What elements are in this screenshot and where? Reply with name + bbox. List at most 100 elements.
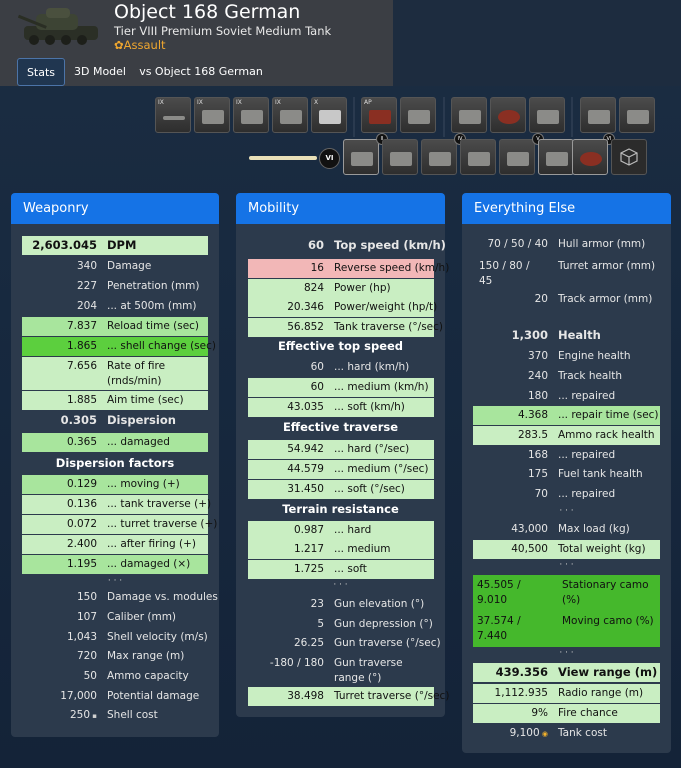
- stat-row: 54.942 ... hard (°/sec): [248, 440, 434, 459]
- stat-label: ... hard: [334, 524, 372, 536]
- field-mod-2[interactable]: [382, 139, 418, 175]
- stat-label: Max range (m): [107, 650, 185, 662]
- module-radio[interactable]: X: [311, 97, 347, 133]
- field-mod-1[interactable]: [343, 139, 379, 175]
- section-title: Terrain resistance: [282, 502, 399, 516]
- stat-label: View range (m): [558, 665, 658, 679]
- stat-value: 9%: [531, 707, 548, 719]
- stat-row: 1.217 ... medium: [248, 540, 434, 559]
- stat-value: 0.365: [66, 436, 97, 448]
- stat-label: ... damaged: [107, 436, 170, 448]
- stat-value: 44.579: [287, 463, 324, 475]
- stat-row: 1,112.935 Radio range (m): [473, 684, 660, 703]
- tab-3d-model[interactable]: 3D Model: [69, 58, 131, 86]
- stat-row: 720 Max range (m): [22, 647, 208, 666]
- stat-label: Damage: [107, 260, 152, 272]
- stat-value: 5: [317, 618, 324, 630]
- stat-row: 60 Top speed (km/h): [248, 236, 446, 255]
- stat-value: 0.072: [66, 518, 97, 530]
- stat-value: 7.656: [66, 360, 97, 372]
- tank-role: ✿Assault: [114, 38, 166, 52]
- stat-row: 0.987 ... hard: [248, 521, 434, 540]
- stat-value: 0.136: [66, 498, 97, 510]
- stat-value: 2,603.045: [32, 238, 97, 252]
- cube-icon[interactable]: [611, 139, 647, 175]
- weaponry-header: Weaponry: [11, 193, 219, 224]
- stat-value: 1.217: [293, 543, 324, 555]
- field-mod-4[interactable]: [460, 139, 496, 175]
- crew-skill-slider[interactable]: [249, 156, 317, 160]
- stat-value: 1.885: [66, 394, 97, 406]
- stat-row: 20 Track armor (mm): [473, 290, 660, 309]
- stat-value: 1,112.935: [494, 687, 548, 699]
- consumable-repair[interactable]: [580, 97, 616, 133]
- ammo-ap-shell[interactable]: AP: [361, 97, 397, 133]
- stat-value: 70: [534, 488, 548, 500]
- stat-label: Penetration (mm): [107, 280, 200, 292]
- stat-label: ... repaired: [558, 390, 616, 402]
- stat-row: 150 / 80 /45 Turret armor (mm): [473, 257, 660, 291]
- stat-row: 9,100 ◉ Tank cost: [473, 724, 660, 743]
- stat-row: 5 Gun depression (°): [248, 615, 434, 634]
- stat-value: 4.368: [517, 409, 548, 421]
- module-gun[interactable]: IX: [155, 97, 191, 133]
- stat-label: ... medium (°/sec): [334, 463, 429, 475]
- stat-label: Tank traverse (°/sec): [334, 321, 443, 333]
- stat-value: 175: [527, 468, 548, 480]
- equipment-rammer[interactable]: [451, 97, 487, 133]
- stat-row: 227 Penetration (mm): [22, 277, 208, 296]
- crew-skill-knob[interactable]: VI: [319, 148, 340, 169]
- weaponry-panel: Weaponry 2,603.045 DPM 340 Damage 227 Penetra…: [11, 193, 219, 737]
- stat-label: Reload time (sec): [107, 320, 200, 332]
- more-dots: · · ·: [559, 560, 574, 570]
- stat-label: ... medium: [334, 543, 391, 555]
- tank-header: Object 168 German Tier VIII Premium Sovi…: [0, 0, 393, 86]
- stat-label: ... damaged (×): [107, 558, 191, 570]
- stat-label: Fuel tank health: [558, 468, 643, 480]
- module-turret[interactable]: IX: [194, 97, 230, 133]
- tab-vs-compare[interactable]: vs Object 168 German: [138, 58, 264, 86]
- stat-value: 250 ▪: [69, 709, 97, 721]
- stat-row: -180 / 180 Gun traverse range (°): [248, 654, 434, 687]
- module-suspension[interactable]: IX: [272, 97, 308, 133]
- stat-value: 40,500: [511, 543, 548, 555]
- stat-value: 38.498: [287, 690, 324, 702]
- eye-icon[interactable]: [572, 139, 608, 175]
- stat-value: 439.356: [495, 665, 548, 679]
- field-mod-3[interactable]: [421, 139, 457, 175]
- stat-row: 0.129 ... moving (+): [22, 475, 208, 494]
- equipment-vstab[interactable]: [529, 97, 565, 133]
- ammo-slot[interactable]: [400, 97, 436, 133]
- stat-value: 43,000: [511, 523, 548, 535]
- stat-row: 150 Damage vs. modules: [22, 588, 218, 607]
- stat-row: 60 ... medium (km/h): [248, 378, 434, 397]
- tank-subtitle: Tier VIII Premium Soviet Medium Tank: [114, 24, 332, 38]
- stat-value: -180 / 180: [269, 657, 324, 669]
- stat-value: 107: [76, 611, 97, 623]
- silver-coin-icon: ▪: [90, 712, 97, 720]
- stat-value: 45.505 /9.010: [477, 579, 521, 606]
- role-label: Assault: [123, 38, 166, 52]
- stat-row: 43.035 ... soft (km/h): [248, 398, 434, 417]
- field-mod-6[interactable]: [538, 139, 574, 175]
- stat-value: 26.25: [293, 637, 324, 649]
- stat-label: Total weight (kg): [558, 543, 646, 555]
- section-title: Dispersion factors: [55, 456, 175, 470]
- consumable-medkit[interactable]: [619, 97, 655, 133]
- stat-row: 2.400 ... after firing (+): [22, 535, 208, 554]
- equipment-optics[interactable]: [490, 97, 526, 133]
- tab-stats[interactable]: Stats: [17, 58, 65, 86]
- stat-label: Aim time (sec): [107, 394, 184, 406]
- stat-label: Max load (kg): [558, 523, 630, 535]
- field-mod-5[interactable]: [499, 139, 535, 175]
- stat-label: Ammo rack health: [558, 429, 655, 441]
- stat-value: 227: [76, 280, 97, 292]
- stat-value: 0.987: [293, 524, 324, 536]
- stat-label: Rate of fire (rnds/min): [107, 360, 166, 387]
- module-engine[interactable]: IX: [233, 97, 269, 133]
- stat-label: ... hard (°/sec): [334, 443, 410, 455]
- stat-row: 56.852 Tank traverse (°/sec): [248, 318, 443, 337]
- camo-row: 45.505 /9.010 Stationary camo (%): [473, 575, 660, 611]
- stat-value: 20.346: [287, 301, 324, 313]
- stat-label: ... repaired: [558, 488, 616, 500]
